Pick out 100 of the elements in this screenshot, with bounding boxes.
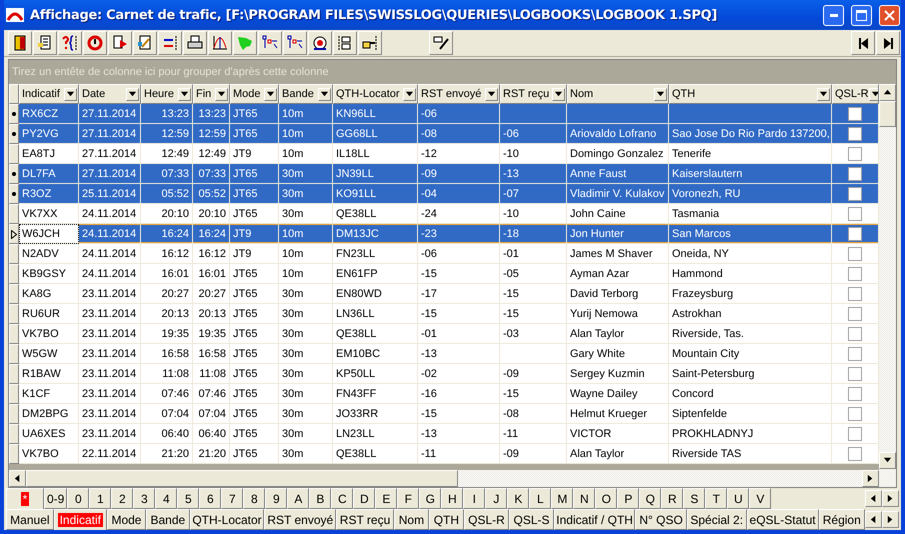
filter-dropdown[interactable] xyxy=(552,88,565,100)
checkbox[interactable] xyxy=(848,306,862,320)
minimize-button[interactable] xyxy=(823,4,844,26)
sort-tab[interactable]: Bande xyxy=(146,509,190,530)
letter-tab[interactable]: I xyxy=(463,488,486,509)
filter-dropdown[interactable] xyxy=(485,88,498,100)
letter-tab[interactable]: K xyxy=(507,488,530,509)
checkbox[interactable] xyxy=(848,206,862,220)
toolbar-button[interactable] xyxy=(308,31,332,55)
toolbar-button[interactable] xyxy=(208,31,232,55)
letter-tab[interactable]: 4 xyxy=(155,488,178,509)
filter-dropdown[interactable] xyxy=(64,88,77,100)
letter-tab[interactable]: 2 xyxy=(111,488,134,509)
letter-tab[interactable]: Q xyxy=(639,488,662,509)
toolbar-button[interactable] xyxy=(283,31,307,55)
letter-tab[interactable]: 3 xyxy=(133,488,156,509)
letter-tab[interactable]: 7 xyxy=(221,488,244,509)
sort-tab[interactable]: Spécial 2: xyxy=(686,509,747,530)
checkbox[interactable] xyxy=(848,386,862,400)
toolbar-button[interactable] xyxy=(158,31,182,55)
checkbox[interactable] xyxy=(848,266,862,280)
checkbox[interactable] xyxy=(848,286,862,300)
filter-dropdown[interactable] xyxy=(264,88,277,100)
checkbox[interactable] xyxy=(848,246,862,260)
sort-tab[interactable]: QSL-R xyxy=(464,509,510,530)
sort-tab[interactable]: RST envoyé xyxy=(264,509,336,530)
toolbar-button[interactable] xyxy=(333,31,357,55)
scroll-thumb[interactable] xyxy=(879,101,896,127)
column-header[interactable]: QTH xyxy=(669,84,832,104)
toolbar-button[interactable] xyxy=(108,31,132,55)
row-indicator[interactable] xyxy=(9,164,19,184)
letter-tab[interactable]: S xyxy=(683,488,706,509)
checkbox[interactable] xyxy=(848,446,862,460)
letter-tab[interactable]: P xyxy=(617,488,640,509)
letter-tab[interactable]: O xyxy=(595,488,618,509)
letter-tab[interactable]: D xyxy=(353,488,376,509)
scroll-thumb[interactable] xyxy=(26,470,458,487)
filter-dropdown[interactable] xyxy=(868,88,878,100)
letter-tab[interactable]: T xyxy=(705,488,728,509)
letter-tab[interactable]: H xyxy=(441,488,464,509)
column-header[interactable]: Nom xyxy=(567,84,669,104)
tab-scroll-right-button[interactable] xyxy=(882,511,899,528)
column-header[interactable]: Indicatif xyxy=(19,84,79,104)
column-header[interactable]: Mode xyxy=(230,84,279,104)
filter-dropdown[interactable] xyxy=(318,88,331,100)
letter-tab[interactable]: E xyxy=(375,488,398,509)
sort-tab[interactable]: Région xyxy=(818,509,865,530)
sort-tab[interactable]: Indicatif xyxy=(54,509,107,530)
column-header[interactable]: Bande xyxy=(279,84,333,104)
letter-tab[interactable]: J xyxy=(485,488,508,509)
sort-tab[interactable]: eQSL-Statut xyxy=(746,509,819,530)
sort-tab[interactable]: RST reçu xyxy=(336,509,394,530)
sort-tab[interactable]: Mode xyxy=(106,509,146,530)
checkbox[interactable] xyxy=(848,146,862,160)
filter-dropdown[interactable] xyxy=(178,88,191,100)
toolbar-button[interactable] xyxy=(33,31,57,55)
column-header[interactable]: Fin xyxy=(193,84,230,104)
toolbar-button[interactable] xyxy=(8,31,32,55)
letter-tab[interactable]: L xyxy=(529,488,552,509)
sort-tab[interactable]: QSL-S xyxy=(509,509,554,530)
letter-tab[interactable]: M xyxy=(551,488,574,509)
letter-tab[interactable]: C xyxy=(331,488,354,509)
row-indicator[interactable] xyxy=(9,224,19,244)
checkbox[interactable] xyxy=(848,346,862,360)
sort-tab[interactable]: QTH-Locator xyxy=(190,509,264,530)
toolbar-button[interactable] xyxy=(358,31,382,55)
filter-dropdown[interactable] xyxy=(654,88,667,100)
close-button[interactable] xyxy=(879,4,900,26)
last-button[interactable] xyxy=(876,31,900,55)
sort-tab[interactable]: Indicatif / QTH xyxy=(554,509,636,530)
letter-tab[interactable]: 6 xyxy=(199,488,222,509)
sort-tab[interactable]: QTH xyxy=(428,509,464,530)
filter-dropdown[interactable] xyxy=(403,88,416,100)
toolbar-button[interactable] xyxy=(133,31,157,55)
filter-dropdown[interactable] xyxy=(215,88,228,100)
checkbox[interactable] xyxy=(848,226,862,240)
toolbar-button[interactable] xyxy=(258,31,282,55)
letter-tab[interactable]: 8 xyxy=(243,488,266,509)
sort-tab[interactable]: N° QSO xyxy=(635,509,687,530)
checkbox[interactable] xyxy=(848,166,862,180)
scroll-left-button[interactable] xyxy=(9,470,26,487)
scroll-up-button[interactable] xyxy=(879,84,896,101)
first-button[interactable] xyxy=(851,31,875,55)
letter-tab[interactable]: 0 xyxy=(67,488,90,509)
checkbox[interactable] xyxy=(848,426,862,440)
letter-tab[interactable]: 9 xyxy=(265,488,288,509)
row-indicator[interactable] xyxy=(9,124,19,144)
letter-tab[interactable]: * xyxy=(6,488,44,509)
scroll-right-button[interactable] xyxy=(862,470,879,487)
row-indicator[interactable] xyxy=(9,104,19,124)
tab-scroll-right-button[interactable] xyxy=(882,490,899,507)
column-header[interactable]: Heure xyxy=(141,84,193,104)
checkbox[interactable] xyxy=(848,106,862,120)
letter-tab[interactable]: 1 xyxy=(89,488,112,509)
row-indicator[interactable] xyxy=(9,184,19,204)
checkbox[interactable] xyxy=(848,186,862,200)
letter-tab[interactable]: F xyxy=(397,488,420,509)
column-header[interactable]: QTH-Locator xyxy=(333,84,418,104)
checkbox[interactable] xyxy=(848,126,862,140)
maximize-button[interactable] xyxy=(851,4,872,26)
